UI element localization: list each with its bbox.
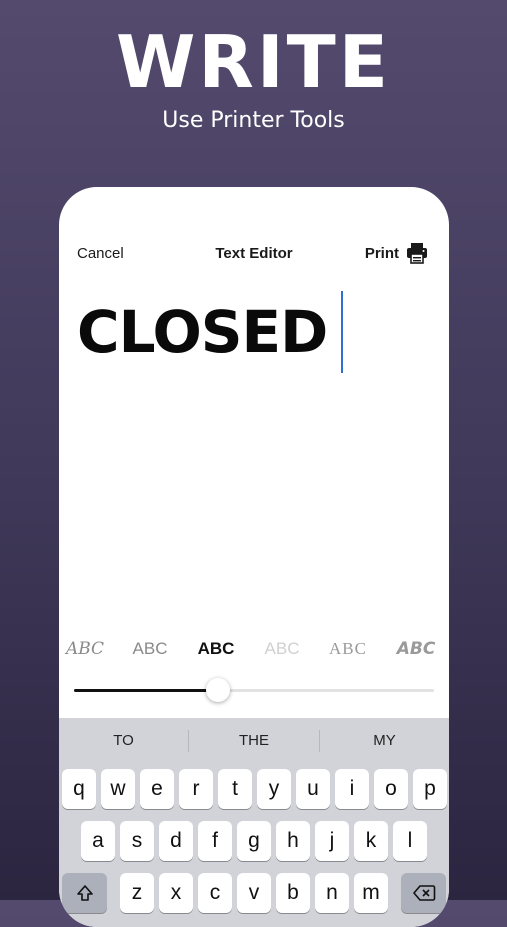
key-c[interactable]: c [198, 873, 232, 913]
key-j[interactable]: j [315, 821, 349, 861]
key-q[interactable]: q [62, 769, 96, 809]
key-i[interactable]: i [335, 769, 369, 809]
key-m[interactable]: m [354, 873, 388, 913]
delete-key[interactable] [401, 873, 446, 913]
key-s[interactable]: s [120, 821, 154, 861]
key-y[interactable]: y [257, 769, 291, 809]
key-o[interactable]: o [374, 769, 408, 809]
font-option-italic[interactable]: ABC [384, 635, 448, 663]
print-button[interactable]: Print [365, 241, 429, 265]
key-u[interactable]: u [296, 769, 330, 809]
key-z[interactable]: z [120, 873, 154, 913]
suggestion-3[interactable]: MY [320, 718, 449, 762]
key-r[interactable]: r [179, 769, 213, 809]
slider-thumb[interactable] [206, 678, 230, 702]
size-slider[interactable] [74, 675, 434, 705]
font-option-serif[interactable]: ABC [316, 635, 380, 663]
promo-subhead: Use Printer Tools [162, 108, 345, 133]
key-w[interactable]: w [101, 769, 135, 809]
keyboard: TO THE MY qwertyuiop asdfghjkl zxcvbnm [59, 718, 449, 927]
key-p[interactable]: p [413, 769, 447, 809]
key-f[interactable]: f [198, 821, 232, 861]
key-b[interactable]: b [276, 873, 310, 913]
font-option-bold[interactable]: ABC [184, 635, 248, 663]
key-h[interactable]: h [276, 821, 310, 861]
phone-screen: Cancel Text Editor Print CLOSED ABC ABC … [59, 187, 449, 927]
key-e[interactable]: e [140, 769, 174, 809]
text-editor-area[interactable]: CLOSED [77, 287, 437, 377]
key-k[interactable]: k [354, 821, 388, 861]
key-a[interactable]: a [81, 821, 115, 861]
slider-fill [74, 689, 218, 692]
promo-headline: WRITE [116, 20, 391, 104]
suggestion-bar: TO THE MY [59, 718, 449, 762]
font-option-light[interactable]: ABC [118, 635, 182, 663]
key-x[interactable]: x [159, 873, 193, 913]
font-option-thin[interactable]: ABC [250, 635, 314, 663]
print-label: Print [364, 244, 399, 262]
key-v[interactable]: v [237, 873, 271, 913]
key-g[interactable]: g [237, 821, 271, 861]
editor-text: CLOSED [77, 298, 328, 366]
printer-icon [407, 243, 427, 264]
text-cursor [341, 291, 344, 373]
font-picker: ABC ABC ABC ABC ABC ABC [59, 635, 449, 665]
shift-key[interactable] [62, 873, 107, 913]
key-d[interactable]: d [159, 821, 193, 861]
key-t[interactable]: t [218, 769, 252, 809]
suggestion-2[interactable]: THE [189, 718, 319, 762]
shift-icon [76, 885, 93, 902]
key-l[interactable]: l [393, 821, 427, 861]
suggestion-1[interactable]: TO [59, 718, 188, 762]
font-option-script[interactable]: ABC [59, 635, 117, 663]
key-n[interactable]: n [315, 873, 349, 913]
nav-bar: Cancel Text Editor Print [59, 187, 449, 267]
